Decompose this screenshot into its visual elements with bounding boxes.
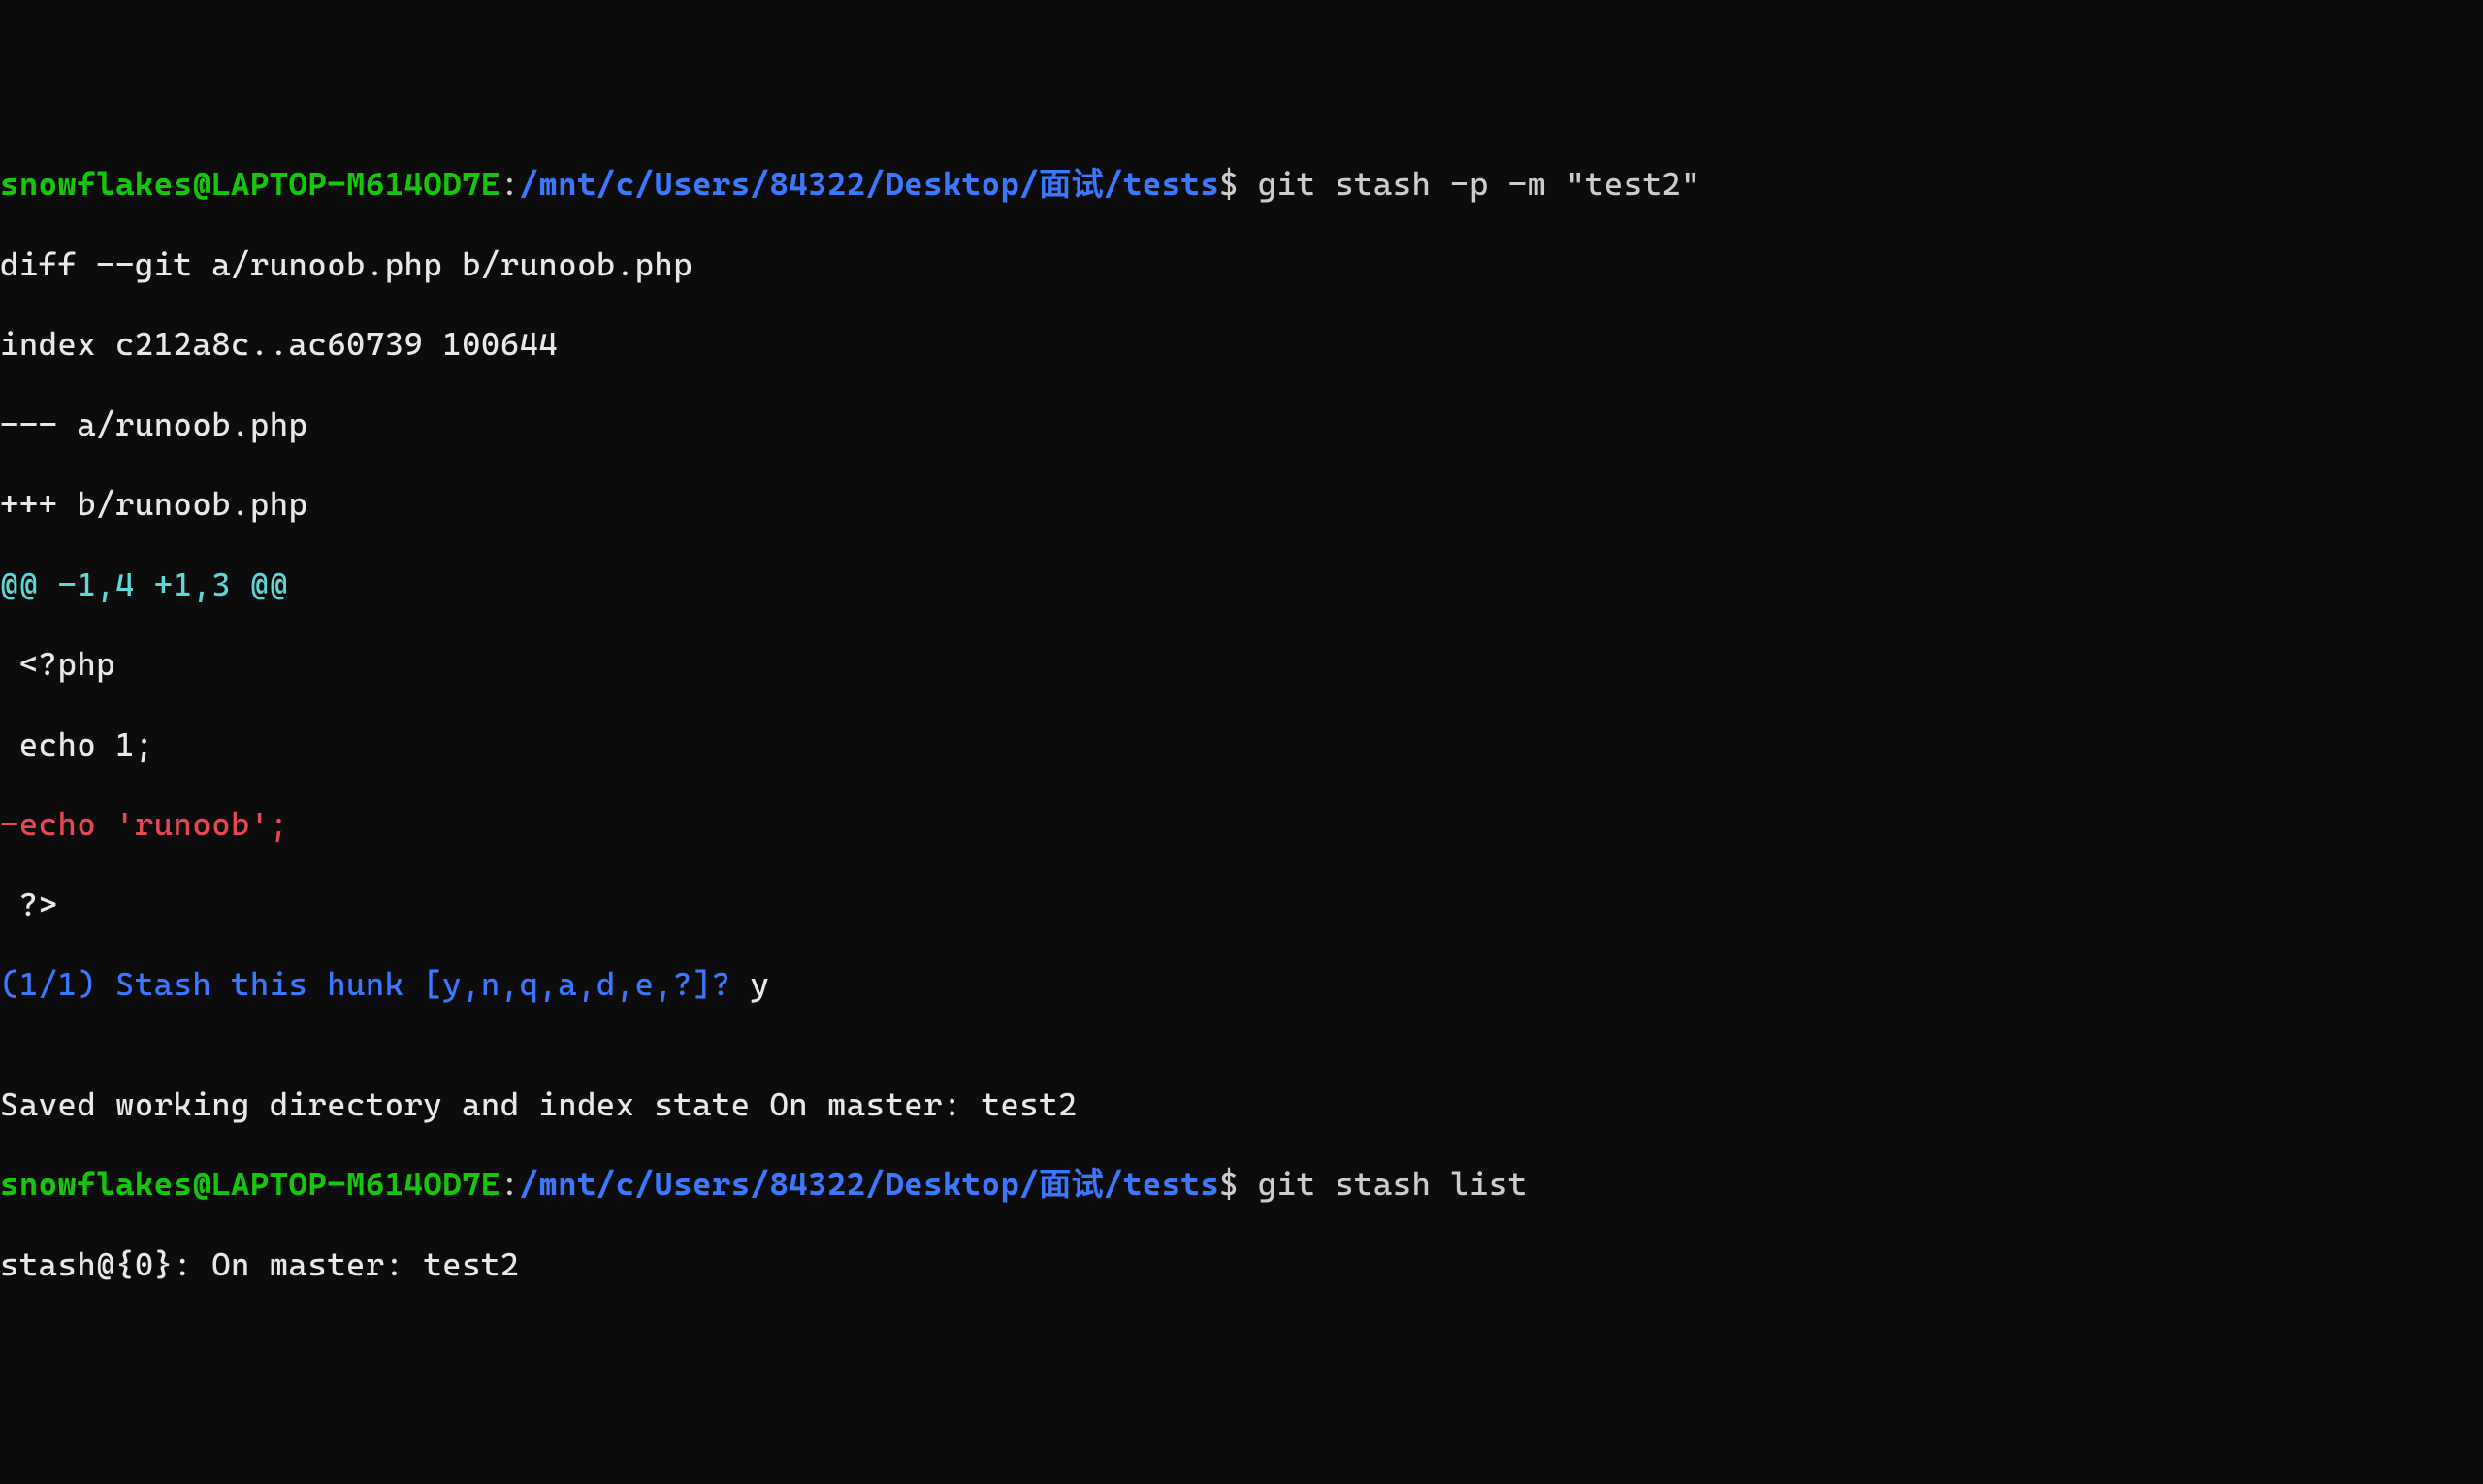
prompt-colon: : <box>500 1165 520 1203</box>
prompt-dollar: $ <box>1219 165 1258 203</box>
prompt-line-2[interactable]: snowflakes@LAPTOP-M614OD7E:/mnt/c/Users/… <box>0 1164 2483 1204</box>
diff-context-line: echo 1; <box>0 725 2483 764</box>
prompt-path: /mnt/c/Users/84322/Desktop/面试/tests <box>520 165 1220 203</box>
diff-index: index c212a8c..ac60739 100644 <box>0 324 2483 364</box>
prompt-colon: : <box>500 165 520 203</box>
stash-list-output: stash@{0}: On master: test2 <box>0 1244 2483 1284</box>
stash-hunk-prompt[interactable]: (1/1) Stash this hunk [y,n,q,a,d,e,?]? y <box>0 964 2483 1004</box>
diff-minus-file: --- a/runoob.php <box>0 404 2483 444</box>
prompt-user: snowflakes@LAPTOP-M614OD7E <box>0 165 500 203</box>
prompt-user: snowflakes@LAPTOP-M614OD7E <box>0 1165 500 1203</box>
diff-plus-file: +++ b/runoob.php <box>0 484 2483 524</box>
saved-message: Saved working directory and index state … <box>0 1084 2483 1124</box>
diff-context-line: <?php <box>0 644 2483 684</box>
diff-deleted-line: -echo 'runoob'; <box>0 804 2483 844</box>
diff-hunk-header: @@ -1,4 +1,3 @@ <box>0 565 2483 604</box>
prompt-path: /mnt/c/Users/84322/Desktop/面试/tests <box>520 1165 1220 1203</box>
command-text: git stash -p -m "test2" <box>1258 165 1700 203</box>
stash-question: (1/1) Stash this hunk [y,n,q,a,d,e,?]? <box>0 965 751 1003</box>
diff-header: diff --git a/runoob.php b/runoob.php <box>0 244 2483 284</box>
stash-answer: y <box>751 965 770 1003</box>
prompt-dollar: $ <box>1219 1165 1258 1203</box>
diff-context-line: ?> <box>0 885 2483 924</box>
prompt-line-1[interactable]: snowflakes@LAPTOP-M614OD7E:/mnt/c/Users/… <box>0 164 2483 204</box>
command-text: git stash list <box>1258 1165 1528 1203</box>
